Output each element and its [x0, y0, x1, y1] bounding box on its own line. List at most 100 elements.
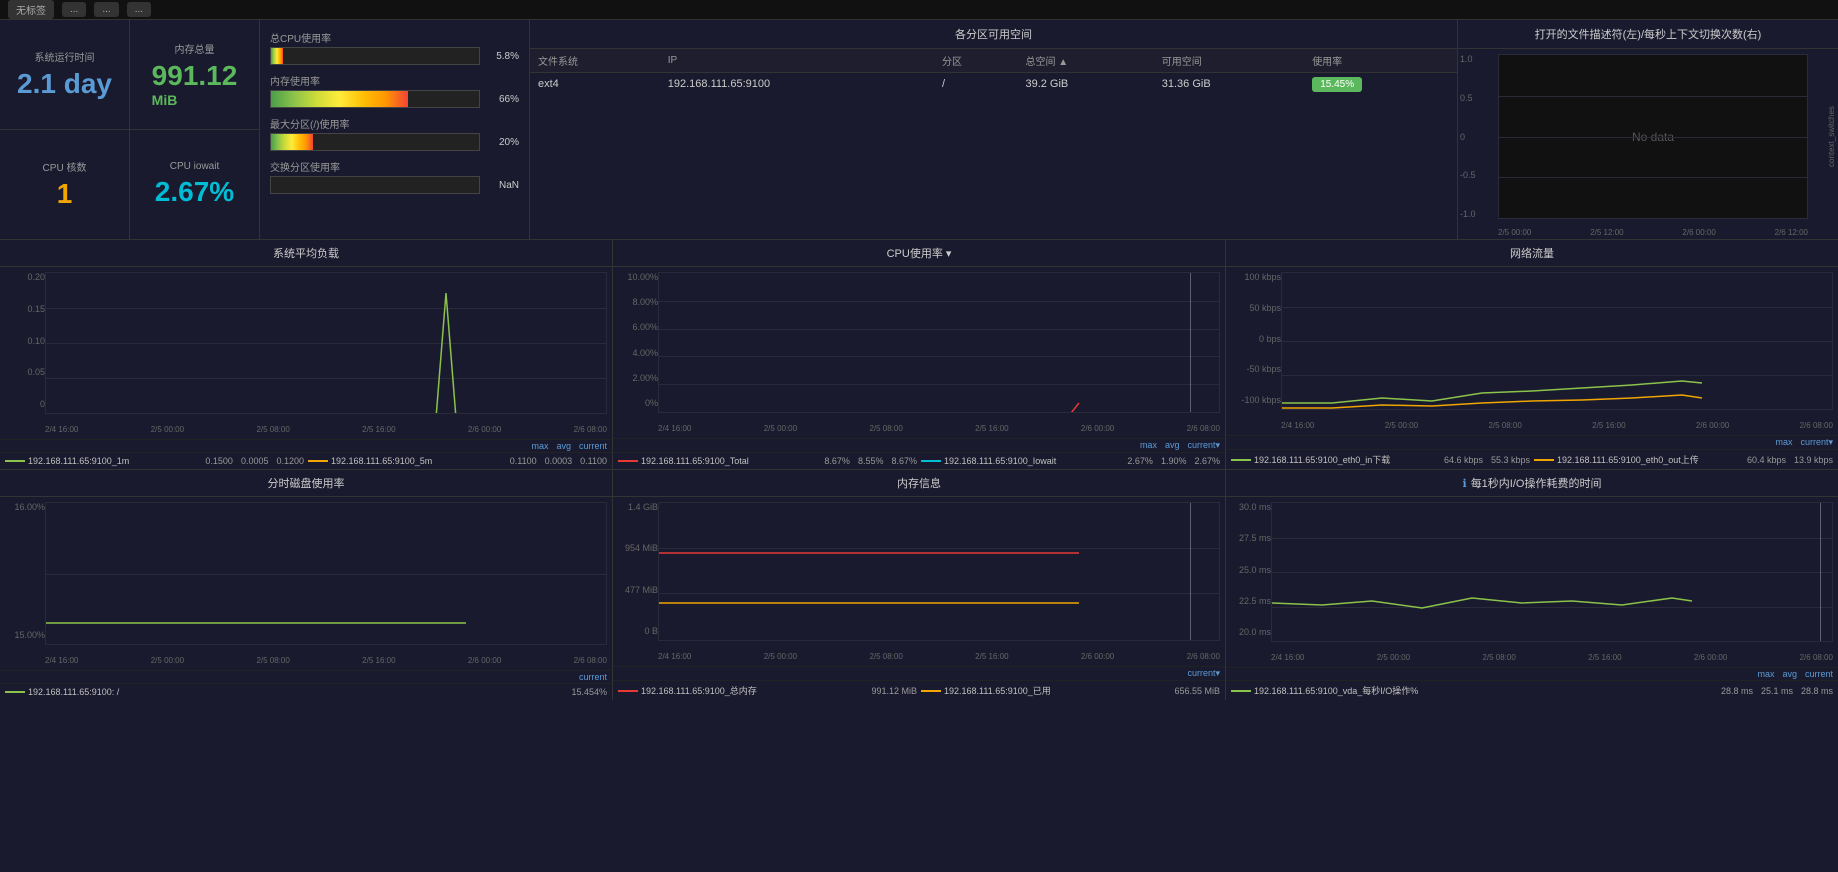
memory-used-label: 192.168.111.65:9100_已用 — [944, 684, 1051, 697]
disk-usage-title: 分时磁盘使用率 — [0, 470, 612, 497]
avg-load-5m-avg: 0.0003 — [545, 456, 573, 466]
network-y-axis: 100 kbps 50 kbps 0 bps -50 kbps -100 kbp… — [1231, 272, 1281, 405]
memory-label: 内存总量 — [175, 41, 215, 56]
fd-y-5: -1.0 — [1460, 209, 1476, 219]
top-bar: 无标签 ... ... ... — [0, 0, 1838, 20]
io-vda-label: 192.168.111.65:9100_vda_每秒I/O操作% — [1254, 684, 1418, 697]
avg-load-max-header: max — [531, 441, 548, 451]
disk-space-section: 各分区可用空间 文件系统 IP 分区 总空间 ▲ 可用空间 使用率 ext4 — [530, 20, 1458, 239]
network-legend-header: max current▾ — [1226, 435, 1838, 449]
avg-load-legend: 192.168.111.65:9100_1m 0.1500 0.0005 0.1… — [0, 452, 612, 469]
fd-y-2: 0.5 — [1460, 93, 1476, 103]
disk-usage-panel: 分时磁盘使用率 16.00% 15.00% 2/4 16:00 2/5 00:0… — [0, 470, 613, 700]
tab-btn-1[interactable]: 无标签 — [8, 0, 54, 19]
memory-card: 内存总量 991.12 MiB — [130, 20, 259, 129]
fd-y-1: 1.0 — [1460, 54, 1476, 64]
swap-section: 交换分区使用率 NaN — [270, 159, 519, 194]
network-download-label: 192.168.111.65:9100_eth0_in下载 — [1254, 453, 1390, 466]
fd-x-axis: 2/5 00:00 2/5 12:00 2/6 00:00 2/6 12:00 — [1498, 228, 1808, 237]
total-cpu-section: 总CPU使用率 5.8% — [270, 30, 519, 65]
io-time-legend: 192.168.111.65:9100_vda_每秒I/O操作% 28.8 ms… — [1226, 680, 1838, 700]
io-vda-dot — [1231, 690, 1251, 692]
memory-total-dot — [618, 690, 638, 692]
fd-y-4: -0.5 — [1460, 170, 1476, 180]
mem-usage-section: 内存使用率 66% — [270, 73, 519, 108]
disk-available: 31.36 GiB — [1154, 73, 1304, 96]
fd-chart-section: 打开的文件描述符(左)/每秒上下文切换次数(右) 1.0 0.5 0 -0.5 … — [1458, 20, 1838, 239]
disk-col-ip: IP — [660, 49, 934, 73]
memory-used-dot — [921, 690, 941, 692]
fd-chart-area: No data — [1498, 54, 1808, 219]
avg-load-1m-cur: 0.1200 — [276, 456, 304, 466]
avg-load-svg — [46, 273, 606, 413]
cpu-usage-grid — [658, 272, 1220, 413]
io-time-title: 每1秒内I/O操作耗费的时间 — [1471, 475, 1602, 491]
avg-load-5m-label: 192.168.111.65:9100_5m — [331, 456, 432, 466]
uptime-card: 系统运行时间 2.1 day — [0, 20, 130, 129]
avg-load-legend-header: max avg current — [0, 439, 612, 452]
tab-btn-3[interactable]: ... — [94, 2, 118, 17]
network-upload-legend: 192.168.111.65:9100_eth0_out上传 60.4 kbps… — [1534, 453, 1833, 466]
disk-usage-legend: 192.168.111.65:9100: / 15.454% — [0, 683, 612, 700]
uptime-value: 2.1 day — [17, 68, 112, 100]
disk-ip: 192.168.111.65:9100 — [660, 73, 934, 96]
disk-usage-legend-header: current — [0, 670, 612, 683]
avg-load-5m-dot — [308, 460, 328, 462]
mem-usage-label: 内存使用率 — [270, 73, 519, 88]
total-cpu-bar-container: 5.8% — [270, 47, 519, 65]
avg-load-title: 系统平均负载 — [0, 240, 612, 267]
main-content: 系统运行时间 2.1 day 内存总量 991.12 MiB CPU 核数 1 — [0, 20, 1838, 872]
cpu-cur-header: current▾ — [1187, 440, 1220, 451]
disk-y-top: 16.00% — [5, 502, 45, 512]
memory-used-values: 656.55 MiB — [1174, 686, 1220, 696]
cpu-iowait-values: 2.67% 1.90% 2.67% — [1127, 456, 1220, 466]
network-upload-dot — [1534, 459, 1554, 461]
cpu-iowait-dot — [921, 460, 941, 462]
io-info-icon: ℹ — [1463, 477, 1467, 490]
uptime-label: 系统运行时间 — [35, 49, 95, 64]
memory-total-label: 192.168.111.65:9100_总内存 — [641, 684, 757, 697]
disk-usage-svg — [46, 503, 606, 644]
fd-y-3: 0 — [1460, 132, 1476, 142]
avg-load-body: 0.20 0.15 0.10 0.05 0 2/4 16:00 — [0, 267, 612, 439]
io-vda-legend: 192.168.111.65:9100_vda_每秒I/O操作% 28.8 ms… — [1231, 684, 1833, 697]
network-download-dot — [1231, 459, 1251, 461]
network-svg — [1282, 273, 1832, 409]
usage-badge: 15.45% — [1312, 77, 1362, 92]
avg-load-5m-max: 0.1100 — [510, 456, 537, 466]
fd-x-3: 2/6 00:00 — [1682, 228, 1715, 237]
memory-total-values: 991.12 MiB — [871, 686, 917, 696]
tab-btn-2[interactable]: ... — [62, 2, 86, 17]
fd-chart-title: 打开的文件描述符(左)/每秒上下文切换次数(右) — [1458, 20, 1838, 49]
cpu-total-label: 192.168.111.65:9100_Total — [641, 456, 749, 466]
avg-load-x-axis: 2/4 16:00 2/5 00:00 2/5 08:00 2/5 16:00 … — [45, 425, 607, 434]
fd-x-2: 2/5 12:00 — [1590, 228, 1623, 237]
cpu-iowait-legend: 192.168.111.65:9100_Iowait 2.67% 1.90% 2… — [921, 456, 1220, 466]
fd-x-4: 2/6 12:00 — [1775, 228, 1808, 237]
max-part-track — [270, 133, 480, 151]
disk-usage-legend-1: 192.168.111.65:9100: / 15.454% — [5, 687, 607, 697]
swap-label: 交换分区使用率 — [270, 159, 519, 174]
tab-btn-4[interactable]: ... — [127, 2, 151, 17]
max-part-value: 20% — [484, 137, 519, 148]
cpu-usage-svg — [659, 273, 1219, 412]
memory-total-legend: 192.168.111.65:9100_总内存 991.12 MiB — [618, 684, 917, 697]
charts-row-2: 系统平均负载 0.20 0.15 0.10 0.05 0 — [0, 240, 1838, 470]
disk-table: 文件系统 IP 分区 总空间 ▲ 可用空间 使用率 ext4 192.168.1… — [530, 49, 1457, 95]
memory-cur-header: current▾ — [1187, 668, 1220, 679]
memory-info-title: 内存信息 — [613, 470, 1225, 497]
network-panel: 网络流量 100 kbps 50 kbps 0 bps -50 kbps -10… — [1226, 240, 1838, 469]
swap-bar-container: NaN — [270, 176, 519, 194]
total-cpu-fill — [271, 48, 283, 64]
memory-x-axis: 2/4 16:00 2/5 00:00 2/5 08:00 2/5 16:00 … — [658, 652, 1220, 661]
max-part-label: 最大分区(/)使用率 — [270, 116, 519, 131]
io-time-title-row: ℹ 每1秒内I/O操作耗费的时间 — [1226, 470, 1838, 497]
charts-row-3: 分时磁盘使用率 16.00% 15.00% 2/4 16:00 2/5 00:0… — [0, 470, 1838, 700]
cpu-iowait-label: 192.168.111.65:9100_Iowait — [944, 456, 1056, 466]
memory-info-body: 1.4 GiB 954 MiB 477 MiB 0 B — [613, 497, 1225, 666]
cpu-usage-x-axis: 2/4 16:00 2/5 00:00 2/5 08:00 2/5 16:00 … — [658, 424, 1220, 433]
memory-info-y-axis: 1.4 GiB 954 MiB 477 MiB 0 B — [618, 502, 658, 636]
disk-col-total: 总空间 ▲ — [1017, 49, 1153, 73]
disk-partition: / — [934, 73, 1017, 96]
cpu-usage-legend-header: max avg current▾ — [613, 438, 1225, 452]
